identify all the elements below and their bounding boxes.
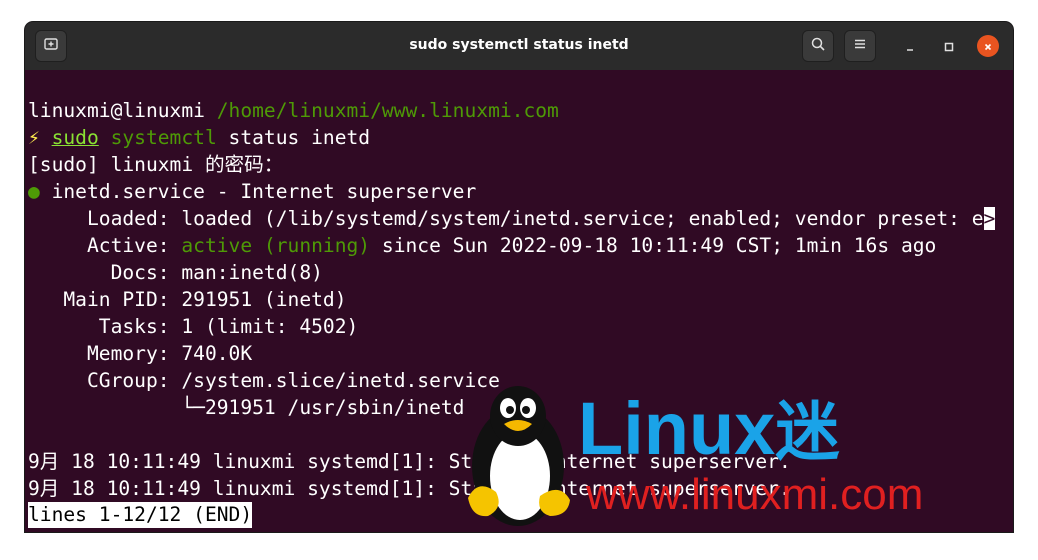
linuxmi-watermark: Linux迷 www.linuxmi.com bbox=[448, 358, 968, 538]
loaded-label: Loaded: bbox=[86, 207, 170, 230]
docs-label: Docs: bbox=[110, 261, 170, 284]
menu-button[interactable] bbox=[844, 30, 876, 62]
cgroup-child: └─291951 /usr/sbin/inetd bbox=[181, 396, 465, 419]
memory-label: Memory: bbox=[86, 342, 170, 365]
cmd-sudo: sudo bbox=[51, 126, 99, 149]
docs-value: man:inetd(8) bbox=[181, 261, 323, 284]
hamburger-menu-icon bbox=[852, 36, 868, 56]
status-dot-icon: ● bbox=[28, 180, 40, 203]
maximize-button[interactable] bbox=[938, 35, 960, 57]
active-line: Active: active (running) since Sun 2022-… bbox=[28, 232, 936, 259]
active-state: active (running) bbox=[181, 234, 371, 257]
command-line: ⚡ sudo systemctl status inetd bbox=[28, 124, 370, 151]
loaded-value: loaded (/lib/systemd/system/inetd.servic… bbox=[181, 207, 984, 230]
search-icon bbox=[810, 36, 826, 56]
memory-line: Memory: 740.0K bbox=[28, 340, 252, 367]
tasks-label: Tasks: bbox=[98, 315, 170, 338]
prompt-path: /home/linuxmi/www.linuxmi.com bbox=[216, 99, 559, 122]
close-icon bbox=[983, 37, 993, 56]
lightning-icon: ⚡ bbox=[28, 126, 40, 149]
maximize-icon bbox=[944, 37, 954, 56]
minimize-button[interactable] bbox=[899, 35, 921, 57]
pid-value: 291951 (inetd) bbox=[181, 288, 347, 311]
docs-line: Docs: man:inetd(8) bbox=[28, 259, 323, 286]
cmd-args: status inetd bbox=[228, 126, 371, 149]
tasks-line: Tasks: 1 (limit: 4502) bbox=[28, 313, 359, 340]
close-button[interactable] bbox=[977, 35, 999, 57]
overflow-indicator: > bbox=[983, 207, 996, 230]
cgroup-label: CGroup: bbox=[86, 369, 170, 392]
active-since: since Sun 2022-09-18 10:11:49 CST; 1min … bbox=[381, 234, 937, 257]
search-button[interactable] bbox=[802, 30, 834, 62]
minimize-icon bbox=[905, 37, 915, 56]
cgroup-child-line: └─291951 /usr/sbin/inetd bbox=[28, 394, 464, 421]
tasks-value: 1 (limit: 4502) bbox=[181, 315, 359, 338]
watermark-brand-latin: Linux bbox=[578, 387, 776, 470]
loaded-line: Loaded: loaded (/lib/systemd/system/inet… bbox=[28, 205, 996, 232]
pager-status: lines 1-12/12 (END) bbox=[28, 502, 253, 528]
cmd-systemctl: systemctl bbox=[110, 126, 217, 149]
watermark-brand: Linux迷 bbox=[578, 392, 839, 469]
title-bar: sudo systemctl status inetd bbox=[25, 22, 1013, 70]
service-title: inetd.service - Internet superserver bbox=[51, 180, 477, 203]
prompt-line: linuxmi@linuxmi /home/linuxmi/www.linuxm… bbox=[28, 97, 559, 124]
pid-label: Main PID: bbox=[63, 288, 170, 311]
service-header: ● inetd.service - Internet superserver bbox=[28, 178, 476, 205]
prompt-user-host: linuxmi@linuxmi bbox=[28, 99, 205, 122]
watermark-url: www.linuxmi.com bbox=[586, 470, 924, 519]
watermark-brand-cn: 迷 bbox=[775, 396, 840, 468]
memory-value: 740.0K bbox=[181, 342, 253, 365]
active-label: Active: bbox=[86, 234, 170, 257]
cgroup-line: CGroup: /system.slice/inetd.service bbox=[28, 367, 500, 394]
sudo-password-prompt: [sudo] linuxmi 的密码： bbox=[28, 153, 284, 176]
main-pid-line: Main PID: 291951 (inetd) bbox=[28, 286, 347, 313]
